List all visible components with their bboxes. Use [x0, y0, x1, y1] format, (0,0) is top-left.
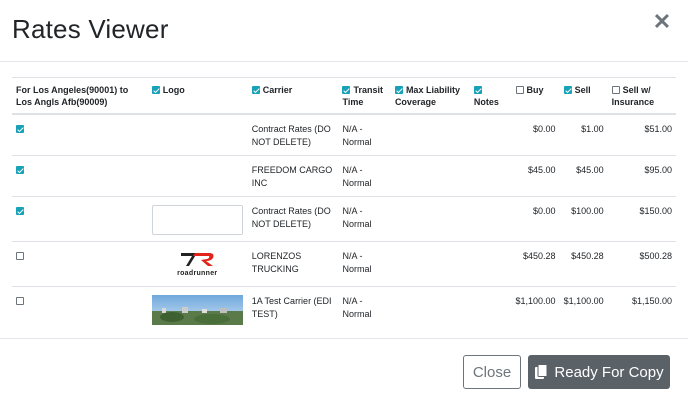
- carrier-cell: Contract Rates (DO NOT DELETE): [247, 113, 339, 156]
- logo-cell: roadrunner: [147, 241, 248, 287]
- carrier-cell: LORENZOS TRUCKING: [247, 241, 339, 287]
- roadrunner-logo-text: roadrunner: [177, 269, 218, 277]
- carrier-column-checkbox[interactable]: [251, 86, 260, 94]
- row-select-cell: [12, 155, 148, 197]
- sell-insurance-cell: $500.28: [607, 241, 676, 287]
- buy-cell: $0.00: [511, 113, 560, 156]
- row-checkbox[interactable]: [16, 297, 24, 305]
- header-sell-insurance: Sell w/ Insurance: [607, 77, 676, 115]
- close-button[interactable]: Close: [463, 355, 521, 389]
- liability-cell: [390, 241, 470, 287]
- row-checkbox[interactable]: [16, 125, 24, 133]
- sell-cell: $45.00: [559, 155, 608, 197]
- rates-viewer-dialog: Rates Viewer ✕ For Los Angeles(90001) to…: [0, 0, 688, 397]
- ready-for-copy-label: Ready For Copy: [554, 363, 664, 381]
- row-select-cell: [12, 241, 148, 287]
- table-header-row: For Los Angeles(90001) to Los Angls Afb(…: [12, 77, 676, 115]
- transit-cell: N/A - Normal: [338, 286, 391, 331]
- table-row: 1A Test Carrier (EDI TEST) N/A - Normal $1…: [12, 286, 676, 331]
- table-row: Contract Rates (DO NOT DELETE) N/A - Norm…: [12, 113, 676, 156]
- transit-cell: N/A - Normal: [338, 155, 391, 197]
- transit-cell: N/A - Normal: [338, 113, 391, 156]
- sell-cell: $1.00: [559, 113, 608, 156]
- table-row: roadrunner LORENZOS TRUCKING N/A - Normal $…: [12, 241, 676, 287]
- carrier-cell: FREEDOM CARGO INC: [247, 155, 339, 197]
- notes-column-checkbox[interactable]: [473, 86, 482, 94]
- buy-cell: $1,100.00: [511, 286, 560, 331]
- liability-cell: [390, 155, 470, 197]
- sell-insurance-cell: $51.00: [607, 113, 676, 156]
- liability-cell: [390, 113, 470, 156]
- carrier-cell: Contract Rates (DO NOT DELETE): [247, 196, 339, 242]
- row-select-cell: [12, 286, 148, 331]
- notes-cell: [469, 196, 512, 242]
- notes-cell: [469, 241, 512, 287]
- buy-cell: $0.00: [511, 196, 560, 242]
- sell-cell: $1,100.00: [559, 286, 608, 331]
- carrier-cell: 1A Test Carrier (EDI TEST): [247, 286, 339, 331]
- header-carrier: Carrier: [247, 77, 339, 115]
- roadrunner-logo: roadrunner: [152, 250, 243, 280]
- sell-cell: $100.00: [559, 196, 608, 242]
- ready-for-copy-button[interactable]: Ready For Copy: [528, 355, 670, 389]
- logo-cell: [147, 113, 248, 156]
- dialog-title: Rates Viewer: [12, 14, 169, 44]
- sell-insurance-cell: $1,150.00: [607, 286, 676, 331]
- table-row: Contract Rates (DO NOT DELETE) N/A - Norm…: [12, 196, 676, 242]
- logo-cell: [147, 286, 248, 331]
- liability-cell: [390, 286, 470, 331]
- sell-column-checkbox[interactable]: [563, 86, 572, 94]
- dialog-header: Rates Viewer ✕: [0, 0, 688, 62]
- row-checkbox[interactable]: [16, 207, 24, 215]
- dialog-footer: Close Ready For Copy: [0, 338, 688, 397]
- liability-column-checkbox[interactable]: [394, 86, 403, 94]
- sell-cell: $450.28: [559, 241, 608, 287]
- row-select-cell: [12, 196, 148, 242]
- logo-cell: [147, 196, 248, 242]
- sell-insurance-cell: $95.00: [607, 155, 676, 197]
- row-select-cell: [12, 113, 148, 156]
- empty-logo-box: [151, 205, 243, 235]
- dialog-body: For Los Angeles(90001) to Los Angls Afb(…: [12, 62, 676, 338]
- sell-insurance-column-checkbox[interactable]: [611, 86, 620, 94]
- header-logo: Logo: [147, 77, 248, 115]
- notes-cell: [469, 286, 512, 331]
- transit-cell: N/A - Normal: [338, 241, 391, 287]
- copy-icon: [534, 364, 548, 380]
- buy-cell: $45.00: [511, 155, 560, 197]
- header-buy: Buy: [511, 77, 560, 115]
- header-route: For Los Angeles(90001) to Los Angls Afb(…: [12, 77, 148, 115]
- sell-insurance-cell: $150.00: [607, 196, 676, 242]
- rates-table: For Los Angeles(90001) to Los Angls Afb(…: [12, 77, 676, 331]
- logo-column-checkbox[interactable]: [151, 86, 160, 94]
- transit-column-checkbox[interactable]: [342, 86, 351, 94]
- liability-cell: [390, 196, 470, 242]
- header-notes: Notes: [469, 77, 512, 115]
- row-checkbox[interactable]: [16, 166, 24, 174]
- buy-cell: $450.28: [511, 241, 560, 287]
- header-sell: Sell: [559, 77, 608, 115]
- notes-cell: [469, 113, 512, 156]
- transit-cell: N/A - Normal: [338, 196, 391, 242]
- notes-cell: [469, 155, 512, 197]
- close-icon[interactable]: ✕: [652, 10, 672, 34]
- row-checkbox[interactable]: [16, 252, 24, 260]
- header-liability: Max Liability Coverage: [390, 77, 470, 115]
- table-row: FREEDOM CARGO INC N/A - Normal $45.00 $45.0…: [12, 155, 676, 197]
- logo-cell: [147, 155, 248, 197]
- carrier-photo-logo: [151, 295, 243, 325]
- buy-column-checkbox[interactable]: [515, 86, 524, 94]
- header-transit: Transit Time: [338, 77, 391, 115]
